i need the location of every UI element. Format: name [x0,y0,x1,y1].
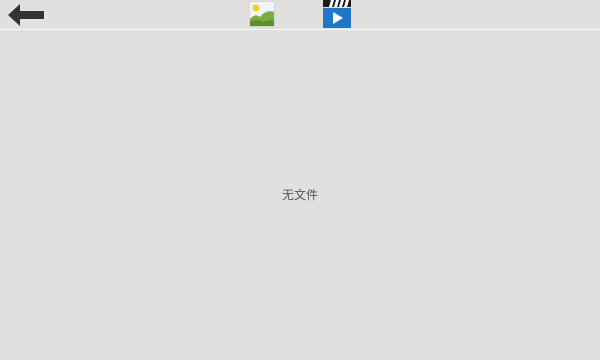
tab-videos[interactable] [323,0,351,28]
video-clapperboard-icon [323,0,351,28]
file-list-area: 无文件 [0,31,600,360]
file-browser-window: 无文件 [0,0,600,360]
top-toolbar [0,0,600,30]
image-gallery-icon [249,1,275,27]
tab-images[interactable] [249,1,275,27]
back-arrow-icon [8,4,44,26]
back-button[interactable] [6,3,46,27]
empty-state-text: 无文件 [281,188,318,202]
